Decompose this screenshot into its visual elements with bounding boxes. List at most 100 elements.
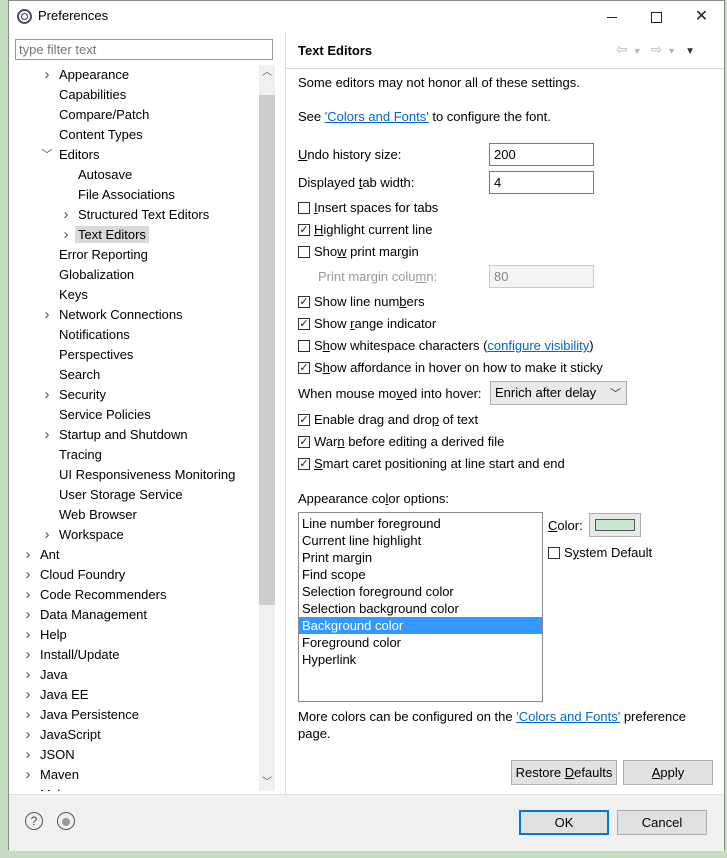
tree-item[interactable]: Search xyxy=(41,365,103,385)
line-numbers-checkbox[interactable]: ✓ Show line numbers xyxy=(298,294,425,310)
filter-input[interactable] xyxy=(15,39,273,60)
color-list-item[interactable]: Line number foreground xyxy=(299,515,542,532)
tab-width-field[interactable] xyxy=(489,171,594,194)
tree-item[interactable]: UI Responsiveness Monitoring xyxy=(41,465,238,485)
tree-item[interactable]: Web Browser xyxy=(41,505,140,525)
checkbox-box[interactable]: ✓ xyxy=(298,414,310,426)
affordance-checkbox[interactable]: ✓ Show affordance in hover on how to make… xyxy=(298,360,603,376)
chevron-right-icon[interactable]: › xyxy=(22,665,34,685)
tree-item[interactable]: › Java Persistence xyxy=(22,705,142,725)
chevron-right-icon[interactable]: › xyxy=(41,65,53,85)
chevron-right-icon[interactable]: › xyxy=(41,425,53,445)
minimize-button[interactable] xyxy=(589,1,634,32)
tree-item[interactable]: › Cloud Foundry xyxy=(22,565,128,585)
tree-item[interactable]: › Maven xyxy=(22,765,82,785)
maximize-button[interactable] xyxy=(634,1,679,32)
chevron-right-icon[interactable]: › xyxy=(22,585,34,605)
system-default-checkbox[interactable]: System Default xyxy=(548,545,652,561)
chevron-right-icon[interactable]: › xyxy=(41,525,53,545)
checkbox-box[interactable]: ✓ xyxy=(298,458,310,470)
color-list-item[interactable]: Foreground color xyxy=(299,634,542,651)
chevron-right-icon[interactable]: › xyxy=(22,705,34,725)
tree-item[interactable]: Perspectives xyxy=(41,345,136,365)
smart-caret-checkbox[interactable]: ✓ Smart caret positioning at line start a… xyxy=(298,456,565,472)
tree-item[interactable]: › Startup and Shutdown xyxy=(41,425,191,445)
tree-item[interactable]: User Storage Service xyxy=(41,485,186,505)
chevron-right-icon[interactable]: › xyxy=(22,565,34,585)
range-indicator-checkbox[interactable]: ✓ Show range indicator xyxy=(298,316,436,332)
chevron-right-icon[interactable]: › xyxy=(22,625,34,645)
chevron-right-icon[interactable]: › xyxy=(60,205,72,225)
checkbox-box[interactable]: ✓ xyxy=(298,436,310,448)
colors-and-fonts-link[interactable]: 'Colors and Fonts' xyxy=(325,109,429,124)
tree-item[interactable]: › JavaScript xyxy=(22,725,104,745)
tree-item[interactable]: › Workspace xyxy=(41,525,127,545)
checkbox-box[interactable] xyxy=(298,202,310,214)
chevron-right-icon[interactable]: › xyxy=(22,545,34,565)
tree-item[interactable]: Error Reporting xyxy=(41,245,151,265)
scroll-down-icon[interactable]: ﹀ xyxy=(259,775,275,791)
back-arrow-icon[interactable]: ⇦ xyxy=(616,41,628,57)
chevron-right-icon[interactable]: › xyxy=(41,385,53,405)
color-list-item[interactable]: Background color xyxy=(299,617,542,634)
checkbox-box[interactable] xyxy=(298,246,310,258)
restore-defaults-button[interactable]: Restore Defaults xyxy=(511,760,617,785)
tree-item[interactable]: › Structured Text Editors xyxy=(60,205,212,225)
tree-item[interactable]: Notifications xyxy=(41,325,133,345)
chevron-right-icon[interactable]: › xyxy=(22,745,34,765)
chevron-right-icon[interactable]: › xyxy=(22,785,34,791)
forward-arrow-icon[interactable]: ⇨ xyxy=(651,41,663,57)
tree-item[interactable]: Content Types xyxy=(41,125,146,145)
chevron-down-icon[interactable]: ﹀ xyxy=(41,145,53,165)
color-list-item[interactable]: Selection foreground color xyxy=(299,583,542,600)
tree-item[interactable]: › Security xyxy=(41,385,109,405)
color-list-item[interactable]: Selection background color xyxy=(299,600,542,617)
chevron-right-icon[interactable]: › xyxy=(22,605,34,625)
checkbox-box[interactable]: ✓ xyxy=(298,318,310,330)
tree-item[interactable]: › Appearance xyxy=(41,65,132,85)
tree-item[interactable]: › Java xyxy=(22,665,70,685)
tree-item[interactable]: › Install/Update xyxy=(22,645,123,665)
chevron-right-icon[interactable]: › xyxy=(22,645,34,665)
tree-item[interactable]: Tracing xyxy=(41,445,105,465)
tree-item[interactable]: Globalization xyxy=(41,265,137,285)
tree-item[interactable]: › Code Recommenders xyxy=(22,585,169,605)
import-export-icon[interactable] xyxy=(57,812,75,830)
undo-history-field[interactable] xyxy=(489,143,594,166)
help-icon[interactable]: ? xyxy=(25,812,43,830)
tree-item[interactable]: ﹀ Editors xyxy=(41,145,102,165)
back-dropdown-icon[interactable]: ▼ xyxy=(633,46,642,56)
chevron-right-icon[interactable]: › xyxy=(22,725,34,745)
tree-item[interactable]: › Text Editors xyxy=(60,225,149,245)
checkbox-box[interactable] xyxy=(298,340,310,352)
configure-visibility-link[interactable]: configure visibility xyxy=(487,338,589,353)
tree-item[interactable]: File Associations xyxy=(60,185,178,205)
print-margin-checkbox[interactable]: Show print margin xyxy=(298,244,419,260)
checkbox-box[interactable]: ✓ xyxy=(298,362,310,374)
appearance-color-list[interactable]: Line number foreground Current line highl… xyxy=(298,512,543,702)
checkbox-box[interactable]: ✓ xyxy=(298,296,310,308)
drag-drop-checkbox[interactable]: ✓ Enable drag and drop of text xyxy=(298,412,478,428)
tree-item[interactable]: Keys xyxy=(41,285,91,305)
color-list-item[interactable]: Print margin xyxy=(299,549,542,566)
chevron-right-icon[interactable]: › xyxy=(22,765,34,785)
tree-item[interactable]: › JSON xyxy=(22,745,78,765)
highlight-line-checkbox[interactable]: ✓ Highlight current line xyxy=(298,222,433,238)
tree-item[interactable]: › Java EE xyxy=(22,685,91,705)
hover-mode-select[interactable]: Enrich after delay ﹀ xyxy=(490,381,627,405)
color-picker-button[interactable] xyxy=(589,513,641,537)
chevron-right-icon[interactable]: › xyxy=(41,305,53,325)
checkbox-box[interactable]: ✓ xyxy=(298,224,310,236)
tree-item[interactable]: › Data Management xyxy=(22,605,150,625)
tree-item[interactable]: Autosave xyxy=(60,165,135,185)
chevron-right-icon[interactable]: › xyxy=(60,225,72,245)
tree-item[interactable]: › Ant xyxy=(22,545,63,565)
checkbox-box[interactable] xyxy=(548,547,560,559)
color-list-item[interactable]: Find scope xyxy=(299,566,542,583)
whitespace-checkbox[interactable]: Show whitespace characters (configure vi… xyxy=(298,338,594,354)
tree-item[interactable]: Service Policies xyxy=(41,405,154,425)
colors-and-fonts-link-2[interactable]: 'Colors and Fonts' xyxy=(516,709,620,724)
color-list-item[interactable]: Current line highlight xyxy=(299,532,542,549)
cancel-button[interactable]: Cancel xyxy=(617,810,707,835)
scrollbar-thumb[interactable] xyxy=(259,95,275,605)
